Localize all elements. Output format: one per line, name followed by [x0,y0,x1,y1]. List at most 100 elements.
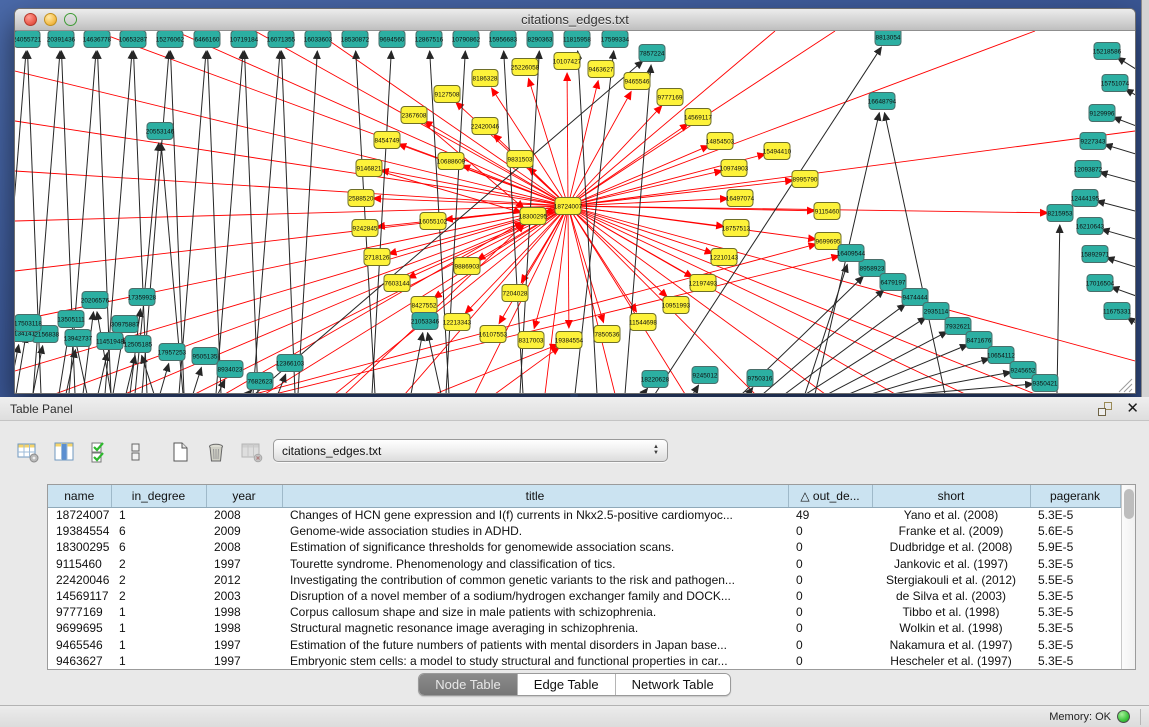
graph-node[interactable]: 15956683 [489,31,518,48]
graph-node[interactable]: 9350421 [1032,375,1058,392]
row-selection-button[interactable] [86,439,113,466]
graph-node[interactable]: 20553146 [146,123,175,140]
table-row[interactable]: 2242004622012Investigating the contribut… [48,572,1120,588]
graph-node[interactable]: 2367608 [401,107,427,124]
graph-node[interactable]: 8813054 [875,31,901,46]
graph-node[interactable]: 17016504 [1086,275,1115,292]
graph-node[interactable]: 8317003 [518,332,544,349]
table-row[interactable]: 1872400712008Changes of HCN gene express… [48,507,1120,523]
graph-node[interactable]: 20206576 [81,292,110,309]
column-header--out-de-[interactable]: △ out_de... [788,485,872,507]
graph-node[interactable]: 16497074 [726,190,755,207]
table-row[interactable]: 1456911722003Disruption of a novel membe… [48,588,1120,604]
graph-node[interactable]: 2718126 [364,249,390,266]
delete-columns-button[interactable] [202,439,229,466]
graph-node[interactable]: 16648794 [868,93,897,110]
graph-node[interactable]: 13505111 [57,311,85,328]
graph-node[interactable]: 15751074 [1101,75,1130,92]
graph-node[interactable]: 10790862 [452,31,481,48]
network-graph[interactable]: 1872400710107427252260588186328912750823… [15,31,1135,394]
graph-node[interactable]: 18300295 [519,208,548,225]
graph-node[interactable]: 9129996 [1089,105,1115,122]
graph-node[interactable]: 12210143 [710,249,739,266]
new-column-button[interactable] [166,439,193,466]
resize-grip-icon[interactable] [1119,379,1132,392]
graph-node[interactable]: 30975887 [111,316,140,333]
graph-node[interactable]: 15892971 [1081,246,1110,263]
graph-node[interactable]: 8427552 [411,297,437,314]
graph-node[interactable]: 15276062 [156,31,185,48]
graph-node[interactable]: 9227343 [1080,133,1106,150]
graph-node[interactable]: 18724007 [554,198,583,215]
graph-node[interactable]: 11451948 [96,333,124,350]
table-select-dropdown[interactable]: citations_edges.txt ▲▼ [273,439,668,462]
network-window[interactable]: citations_edges.txt 18724007101074272522… [14,8,1136,394]
graph-node[interactable]: 2588520 [348,190,374,207]
graph-node[interactable]: 7204028 [502,285,528,302]
graph-node[interactable]: 2935114 [923,303,949,320]
graph-node[interactable]: 9115460 [814,203,840,220]
column-visibility-button[interactable] [50,439,77,466]
graph-node[interactable]: 9127508 [434,86,460,103]
graph-node[interactable]: 9465546 [624,73,650,90]
graph-node[interactable]: 16033603 [304,31,333,48]
column-header-in-degree[interactable]: in_degree [111,485,206,507]
network-window-titlebar[interactable]: citations_edges.txt [15,9,1135,31]
graph-node[interactable]: 16071355 [267,31,296,48]
graph-node[interactable]: 9750316 [747,370,773,387]
graph-node[interactable]: 6479197 [880,274,906,291]
graph-node[interactable]: 18757513 [722,220,751,237]
graph-node[interactable]: 9242845 [352,220,378,237]
graph-node[interactable]: 13942737 [64,330,93,347]
table-scrollbar[interactable] [1121,485,1136,669]
graph-node[interactable]: 11815958 [563,31,591,48]
graph-node[interactable]: 12093872 [1074,161,1103,178]
table-row[interactable]: 911546021997Tourette syndrome. Phenomeno… [48,556,1120,572]
delete-table-button[interactable] [238,439,265,466]
graph-node[interactable]: 8934023 [217,361,243,378]
graph-node[interactable]: 10719184 [230,31,259,48]
table-row[interactable]: 969969511998Structural magnetic resonanc… [48,620,1120,636]
graph-node[interactable]: 10974903 [720,160,749,177]
graph-node[interactable]: 17599334 [601,31,630,48]
tab-edge-table[interactable]: Edge Table [518,674,616,695]
float-window-icon[interactable] [1098,402,1112,416]
graph-node[interactable]: 14569117 [684,109,712,126]
table-mode-button[interactable] [14,439,41,466]
graph-node[interactable]: 11675331 [1103,303,1131,320]
tab-node-table[interactable]: Node Table [419,674,518,695]
graph-node[interactable]: 10688609 [437,153,466,170]
graph-node[interactable]: 7857224 [639,45,665,62]
graph-node[interactable]: 18530872 [341,31,370,48]
graph-node[interactable]: 7682623 [247,373,273,390]
minimize-window-icon[interactable] [44,13,57,26]
column-header-pagerank[interactable]: pagerank [1030,485,1120,507]
network-canvas[interactable]: 1872400710107427252260588186328912750823… [15,31,1135,394]
zoom-window-icon[interactable] [64,13,77,26]
graph-node[interactable]: 7603144 [384,275,410,292]
graph-node[interactable]: 9777169 [657,89,683,106]
table-row[interactable]: 1830029562008Estimation of significance … [48,539,1120,555]
table-row[interactable]: 1938455462009Genome-wide association stu… [48,523,1120,539]
close-window-icon[interactable] [24,13,37,26]
table-row[interactable]: 946554611997Estimation of the future num… [48,637,1120,653]
graph-node[interactable]: 8186328 [472,70,498,87]
graph-node[interactable]: 9146821 [356,160,382,177]
graph-node[interactable]: 9694560 [379,31,405,48]
graph-node[interactable]: 17359928 [128,289,157,306]
column-header-short[interactable]: short [872,485,1030,507]
graph-node[interactable]: 9245012 [692,367,718,384]
graph-node[interactable]: 9831503 [507,151,533,168]
graph-node[interactable]: 9699695 [815,233,841,250]
graph-node[interactable]: 15218586 [1093,43,1122,60]
graph-node[interactable]: 9463627 [588,61,614,78]
graph-node[interactable]: 22420046 [471,118,500,135]
graph-node[interactable]: 17503118 [15,315,42,332]
graph-node[interactable]: 16055102 [419,213,448,230]
graph-node[interactable]: 16210643 [1076,218,1105,235]
graph-node[interactable]: 17957253 [158,344,187,361]
graph-node[interactable]: 24055721 [15,31,42,48]
graph-node[interactable]: 16107553 [479,326,508,343]
graph-node[interactable]: 8995790 [792,171,818,188]
graph-node[interactable]: 12366103 [276,355,305,372]
